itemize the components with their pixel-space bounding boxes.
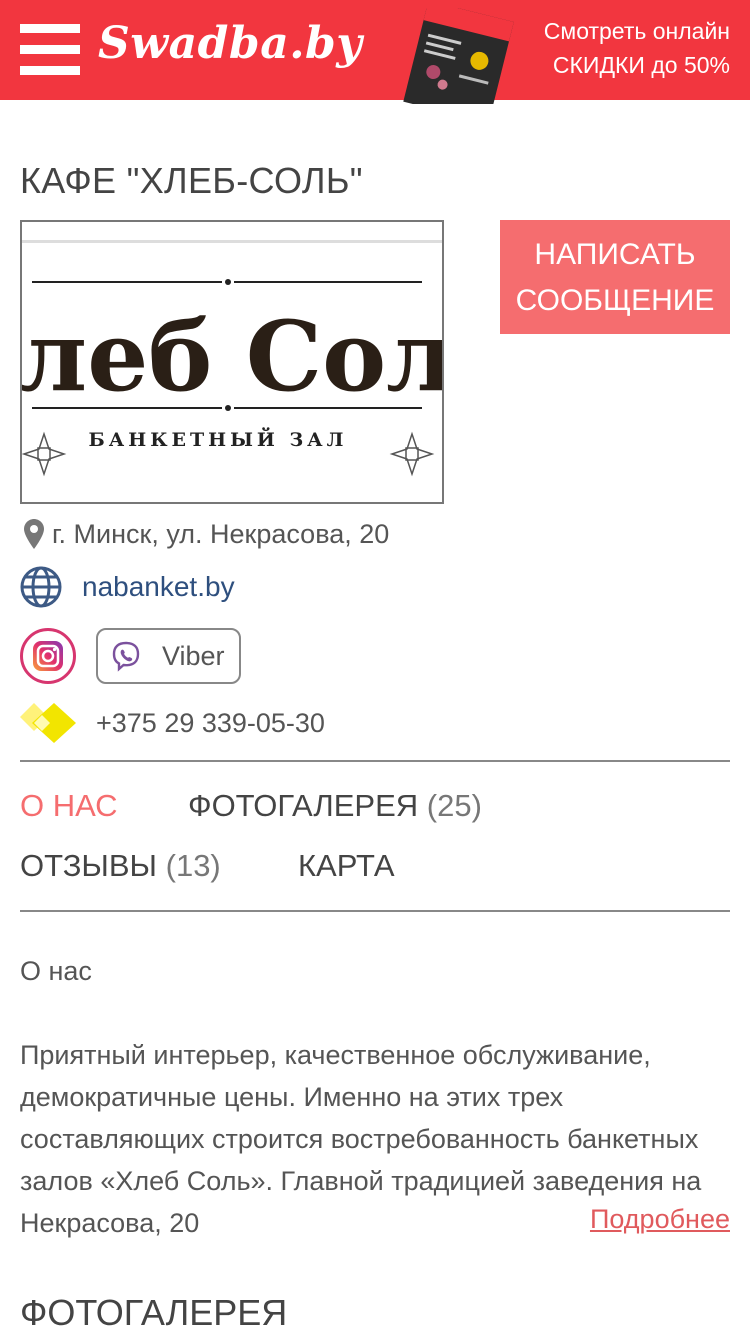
tab-reviews-count: (13) — [165, 848, 221, 883]
venue-logo-subtext: БАНКЕТНЫЙ ЗАЛ — [89, 427, 348, 451]
address-text: г. Минск, ул. Некрасова, 20 — [52, 518, 390, 549]
read-more-link[interactable]: Подробнее — [587, 1204, 730, 1235]
hamburger-menu-icon[interactable] — [20, 24, 80, 75]
divider-bottom — [20, 910, 730, 912]
site-logo[interactable]: Swadba.by — [98, 18, 362, 69]
venue-logo-text: Хлеб Соль — [22, 300, 442, 413]
gallery-heading: ФОТОГАЛЕРЕЯ — [20, 1292, 288, 1333]
divider-top — [20, 760, 730, 762]
tab-reviews[interactable]: ОТЗЫВЫ (13) — [20, 848, 221, 884]
page-title: КАФЕ "ХЛЕБ-СОЛЬ" — [20, 160, 363, 201]
phone-row: +375 29 339-05-30 — [20, 700, 325, 746]
viber-label: Viber — [162, 640, 225, 671]
write-message-line2: СООБЩЕНИЕ — [515, 284, 715, 317]
write-message-button[interactable]: НАПИСАТЬ СООБЩЕНИЕ — [500, 220, 730, 334]
about-text-fade — [440, 1202, 580, 1246]
magazine-cover-image[interactable] — [398, 8, 522, 104]
tab-map-label: КАРТА — [298, 848, 395, 883]
venue-logo-image[interactable]: Хлеб Соль БАНКЕТНЫЙ ЗАЛ — [20, 220, 444, 504]
tab-about[interactable]: О НАС — [20, 788, 118, 824]
online-promo[interactable]: Смотреть онлайн СКИДКИ до 50% — [544, 14, 730, 82]
instagram-icon — [33, 641, 63, 671]
tab-gallery-count: (25) — [426, 788, 482, 823]
tab-gallery[interactable]: ФОТОГАЛЕРЕЯ (25) — [188, 788, 482, 824]
tab-about-label: О НАС — [20, 788, 118, 823]
top-header: Swadba.by Смотреть онлайн СКИДКИ до 50% — [0, 0, 750, 104]
write-message-line1: НАПИСАТЬ — [534, 238, 696, 271]
about-heading: О нас — [20, 956, 92, 986]
viber-icon — [112, 641, 140, 672]
viber-button[interactable]: Viber — [96, 628, 241, 684]
social-row: Viber — [20, 628, 241, 684]
instagram-button[interactable] — [20, 628, 76, 684]
globe-icon — [20, 566, 62, 608]
address-row: г. Минск, ул. Некрасова, 20 — [20, 514, 389, 554]
promo-line2: СКИДКИ до 50% — [552, 52, 730, 78]
velcom-operator-icon — [20, 703, 76, 743]
website-row: nabanket.by — [20, 564, 235, 610]
map-pin-icon — [24, 519, 44, 549]
promo-line1: Смотреть онлайн — [543, 18, 730, 44]
tab-map[interactable]: КАРТА — [298, 848, 395, 884]
website-link[interactable]: nabanket.by — [82, 571, 235, 603]
tab-reviews-label: ОТЗЫВЫ — [20, 848, 157, 883]
phone-number[interactable]: +375 29 339-05-30 — [96, 708, 325, 739]
tab-gallery-label: ФОТОГАЛЕРЕЯ — [188, 788, 419, 823]
